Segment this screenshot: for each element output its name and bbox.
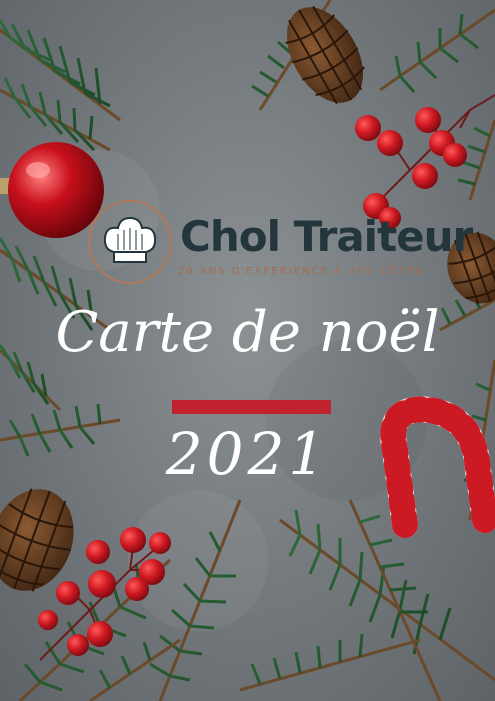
chef-hat-icon (103, 216, 157, 263)
logo-circle (88, 200, 172, 284)
brand-tagline: 20 ANS D'EXPERIENCE À VOS CÔTÉS (178, 266, 424, 277)
fir-branch-bottom-right (239, 499, 495, 701)
brand-name: Chol Traiteur (180, 212, 473, 261)
year-label: 2021 (165, 420, 330, 488)
page-title: Carte de noël (55, 300, 440, 365)
fir-branch-top-left (0, 19, 121, 152)
pine-cone-top (285, 5, 366, 105)
red-divider-bar (172, 400, 331, 414)
brand-logo: Chol Traiteur 20 ANS D'EXPERIENCE À VOS … (88, 200, 473, 290)
